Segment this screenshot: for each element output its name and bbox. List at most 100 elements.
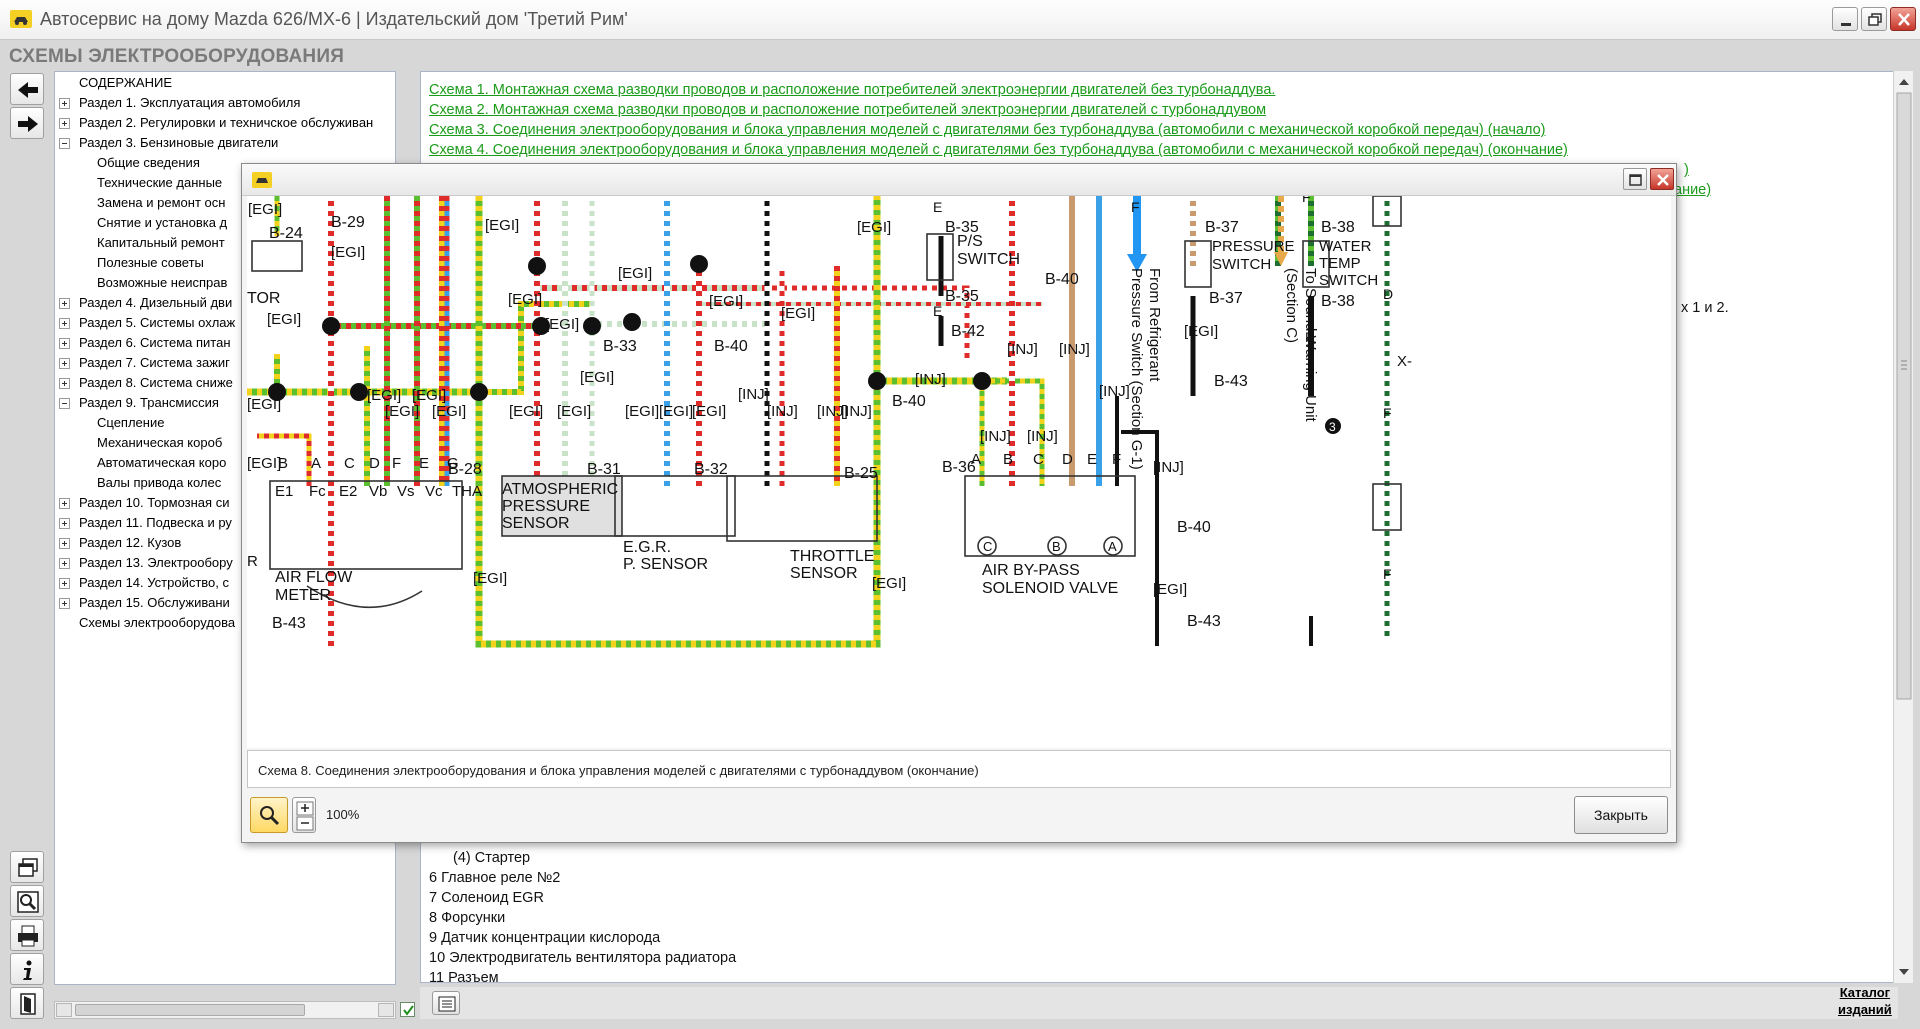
- expand-icon[interactable]: [59, 538, 70, 549]
- list-view-button[interactable]: [432, 991, 460, 1015]
- collapse-icon[interactable]: [59, 398, 70, 409]
- scroll-right-arrow-icon[interactable]: [378, 1003, 394, 1017]
- title-bar: Автосервис на дому Mazda 626/MX-6 | Изда…: [0, 0, 1920, 40]
- tree-item-label: Снятие и установка д: [97, 215, 228, 230]
- checkmark-icon: [403, 1005, 414, 1016]
- expand-icon[interactable]: [59, 118, 70, 129]
- tree-item-label: Раздел 3. Бензиновые двигатели: [79, 135, 279, 150]
- magnifier-icon: [17, 891, 39, 913]
- expand-icon[interactable]: [59, 598, 70, 609]
- scroll-left-arrow-icon[interactable]: [56, 1003, 72, 1017]
- diagram-label: B-24: [269, 225, 303, 242]
- bottom-bar: [420, 987, 1898, 1019]
- scheme-link-5-tail[interactable]: ): [1684, 162, 1689, 178]
- diagram-label: B: [1052, 539, 1061, 554]
- scheme-link-6-tail[interactable]: ание): [1674, 182, 1711, 198]
- restore-button[interactable]: [1861, 7, 1887, 31]
- wiring-diagram[interactable]: [EGI] B-24 B-29 TOR [EGI] [EGI] [EGI] [EGI] [EGI…: [247, 196, 1671, 748]
- tree-item-label: Раздел 6. Система питан: [79, 335, 231, 350]
- tree-item-label: Раздел 10. Тормозная си: [79, 495, 230, 510]
- diagram-label: [EGI]: [247, 396, 281, 413]
- diagram-label: D: [1062, 451, 1073, 468]
- section-heading: СХЕМЫ ЭЛЕКТРООБОРУДОВАНИЯ: [9, 46, 345, 67]
- tree-item-label: Схемы электрооборудова: [79, 615, 236, 630]
- scroll-down-arrow-icon[interactable]: [1899, 969, 1909, 975]
- expand-icon[interactable]: [59, 518, 70, 529]
- scroll-thumb[interactable]: [75, 1004, 305, 1016]
- expand-icon[interactable]: [59, 318, 70, 329]
- scheme-link-4[interactable]: Схема 4. Соединения электрооборудования …: [429, 142, 1568, 158]
- zoom-stepper[interactable]: [292, 797, 316, 833]
- info-button[interactable]: [10, 953, 44, 985]
- diagram-label: B-25: [844, 465, 878, 482]
- close-window-button[interactable]: [1890, 7, 1916, 31]
- diagram-label: [EGI]: [412, 387, 446, 404]
- diagram-label: C: [983, 539, 992, 554]
- junction-dot: [583, 317, 601, 335]
- tree-item-label: Раздел 5. Системы охлаж: [79, 315, 236, 330]
- expand-icon[interactable]: [59, 378, 70, 389]
- scheme-link-3[interactable]: Схема 3. Соединения электрооборудования …: [429, 122, 1545, 138]
- search-button[interactable]: [10, 885, 44, 917]
- diagram-label: SENSOR: [790, 565, 858, 582]
- diagram-label: B-32: [694, 461, 728, 478]
- expand-icon[interactable]: [59, 578, 70, 589]
- expand-icon[interactable]: [59, 98, 70, 109]
- expand-icon[interactable]: [59, 358, 70, 369]
- scheme-link-1[interactable]: Схема 1. Монтажная схема разводки провод…: [429, 82, 1275, 98]
- diagram-label: P. SENSOR: [623, 556, 708, 573]
- restore-icon: [1868, 13, 1882, 26]
- tree-item[interactable]: СОДЕРЖАНИЕ: [55, 73, 395, 93]
- tree-item-label: Капитальный ремонт: [97, 235, 225, 250]
- expand-icon[interactable]: [59, 298, 70, 309]
- dialog-close-x-button[interactable]: [1650, 168, 1674, 190]
- diagram-label: SENSOR: [502, 515, 570, 532]
- content-vertical-scrollbar[interactable]: [1893, 71, 1913, 983]
- minimize-button[interactable]: [1832, 7, 1858, 31]
- diagram-label: E: [933, 303, 942, 319]
- diagram-label: [EGI]: [872, 575, 906, 592]
- diagram-label: [INJ]: [1007, 341, 1038, 358]
- junction-dot: [470, 383, 488, 401]
- tree-item[interactable]: Раздел 2. Регулировки и техничское обслу…: [55, 113, 395, 133]
- tree-item-label: Общие сведения: [97, 155, 200, 170]
- tree-item[interactable]: Раздел 3. Бензиновые двигатели: [55, 133, 395, 153]
- close-dialog-button[interactable]: Закрыть: [1574, 796, 1668, 834]
- tree-item-label: Технические данные: [97, 175, 223, 190]
- diagram-label: B-35: [945, 288, 979, 305]
- diagram-label: F: [392, 455, 401, 472]
- plus-minus-icon: [296, 801, 314, 831]
- tree-item-label: Раздел 8. Система сниже: [79, 375, 233, 390]
- back-button[interactable]: [10, 73, 44, 105]
- print-button[interactable]: [10, 919, 44, 951]
- tree-item-label: Валы привода колес: [97, 475, 222, 490]
- diagram-label: E1: [275, 483, 293, 500]
- diagram-label: [EGI]: [618, 265, 652, 282]
- forward-button[interactable]: [10, 107, 44, 139]
- windows-button[interactable]: [10, 851, 44, 883]
- diagram-label: 3: [1329, 420, 1336, 434]
- diagram-label: Vc: [425, 483, 443, 500]
- dialog-maximize-button[interactable]: [1623, 168, 1647, 190]
- diagram-label: [INJ]: [915, 371, 946, 388]
- diagram-label: [EGI]: [385, 403, 419, 420]
- expand-icon[interactable]: [59, 498, 70, 509]
- collapse-icon[interactable]: [59, 138, 70, 149]
- catalog-link[interactable]: Каталог изданий: [1838, 984, 1892, 1018]
- scroll-up-arrow-icon[interactable]: [1899, 79, 1909, 85]
- tree-horizontal-scrollbar[interactable]: [54, 1001, 396, 1019]
- expand-icon[interactable]: [59, 558, 70, 569]
- diagram-label: [INJ]: [1059, 341, 1090, 358]
- scheme-link-2[interactable]: Схема 2. Монтажная схема разводки провод…: [429, 102, 1266, 118]
- expand-icon[interactable]: [59, 338, 70, 349]
- sync-checkbox[interactable]: [400, 1002, 415, 1017]
- tree-item-label: Полезные советы: [97, 255, 204, 270]
- maximize-icon: [1629, 174, 1642, 186]
- info-icon: [23, 960, 32, 980]
- car-app-icon: [10, 10, 32, 28]
- scroll-thumb[interactable]: [1896, 92, 1912, 700]
- diagram-label: WATER: [1319, 238, 1372, 255]
- zoom-tool-button[interactable]: [250, 797, 288, 833]
- exit-button[interactable]: [10, 987, 44, 1019]
- tree-item[interactable]: Раздел 1. Эксплуатация автомобиля: [55, 93, 395, 113]
